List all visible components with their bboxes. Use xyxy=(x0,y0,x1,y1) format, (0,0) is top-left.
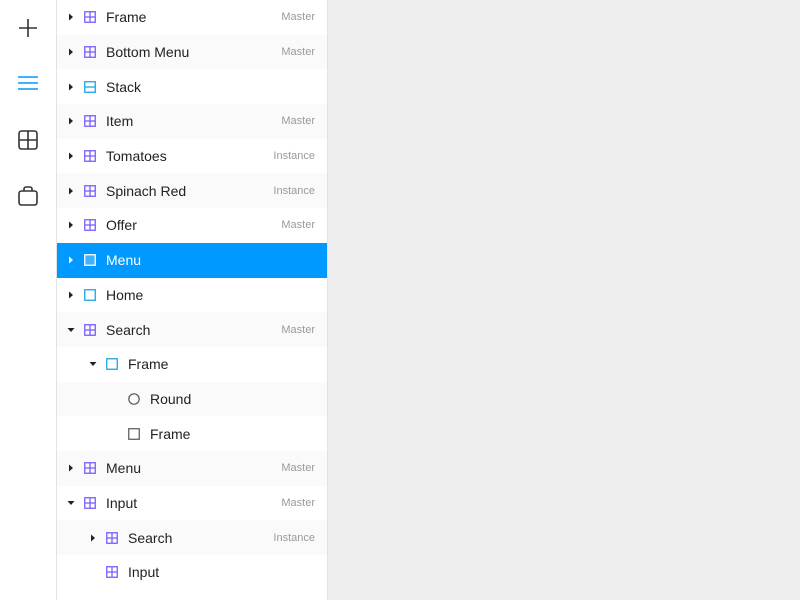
layer-label: Round xyxy=(150,390,192,407)
layer-row[interactable]: Frame Master xyxy=(57,0,327,35)
caret-down-icon[interactable] xyxy=(66,325,76,335)
layer-row[interactable]: Spinach Red Instance xyxy=(57,173,327,209)
layer-label: Menu xyxy=(106,252,142,269)
component-icon xyxy=(84,150,96,162)
caret-right-icon[interactable] xyxy=(88,533,98,543)
layer-label: Offer xyxy=(106,217,137,234)
layer-label: Input xyxy=(128,564,160,581)
layer-label: Item xyxy=(106,113,134,130)
component-icon xyxy=(84,115,96,128)
layer-label: Bottom Menu xyxy=(106,44,190,61)
layer-type-tag: Instance xyxy=(273,150,315,163)
caret-right-icon[interactable] xyxy=(66,47,76,57)
oval-icon xyxy=(128,393,140,405)
store-icon[interactable] xyxy=(14,181,42,209)
layer-type-tag: Master xyxy=(281,46,315,59)
frame-icon xyxy=(84,254,96,267)
layer-row[interactable]: Round xyxy=(57,381,327,417)
components-icon[interactable] xyxy=(14,126,42,154)
layer-type-tag: Master xyxy=(281,219,315,232)
layers-icon[interactable] xyxy=(14,69,42,97)
caret-right-icon[interactable] xyxy=(66,12,76,22)
layer-label: Menu xyxy=(106,460,142,477)
layer-label: Spinach Red xyxy=(106,182,187,199)
layer-row[interactable]: Stack xyxy=(57,69,327,104)
caret-spacer xyxy=(110,429,120,439)
layer-row[interactable]: Tomatoes Instance xyxy=(57,139,327,174)
frame-icon xyxy=(106,358,118,371)
layer-row[interactable]: Search Master xyxy=(57,312,327,347)
layer-label: Search xyxy=(106,321,151,338)
caret-right-icon[interactable] xyxy=(66,116,76,126)
frame-icon xyxy=(84,288,96,301)
rectangle-icon xyxy=(128,427,140,440)
layer-row[interactable]: Menu Master xyxy=(57,450,327,486)
component-icon xyxy=(84,323,96,336)
component-icon xyxy=(106,566,118,579)
caret-right-icon[interactable] xyxy=(66,463,76,473)
layer-label: Frame xyxy=(106,9,147,26)
layer-row[interactable]: Bottom Menu Master xyxy=(57,34,327,70)
caret-right-icon[interactable] xyxy=(66,290,76,300)
layer-row[interactable]: Home xyxy=(57,278,327,313)
layer-type-tag: Master xyxy=(281,496,315,509)
layer-type-tag: Master xyxy=(281,462,315,475)
layer-label: Frame xyxy=(128,356,169,373)
component-icon xyxy=(84,497,96,509)
layer-label: Search xyxy=(128,529,173,546)
layer-row[interactable]: Frame xyxy=(57,416,327,451)
caret-right-icon[interactable] xyxy=(66,186,76,196)
component-icon xyxy=(84,219,96,232)
layer-row[interactable]: Item Master xyxy=(57,104,327,139)
caret-spacer xyxy=(110,394,120,404)
layer-label: Stack xyxy=(106,78,142,95)
layer-row[interactable]: Offer Master xyxy=(57,208,327,243)
layer-row[interactable]: Frame xyxy=(57,347,327,382)
caret-right-icon[interactable] xyxy=(66,255,76,265)
layer-row[interactable]: Menu xyxy=(57,242,327,278)
caret-right-icon[interactable] xyxy=(66,220,76,230)
layer-type-tag: Master xyxy=(281,11,315,24)
component-icon xyxy=(84,184,96,197)
layer-type-tag: Master xyxy=(281,323,315,336)
caret-right-icon[interactable] xyxy=(66,151,76,161)
component-icon xyxy=(106,531,118,544)
layer-label: Frame xyxy=(150,425,191,442)
caret-down-icon[interactable] xyxy=(88,359,98,369)
toolbar xyxy=(0,0,57,600)
layer-row[interactable]: Input xyxy=(57,555,327,590)
plus-icon[interactable] xyxy=(14,14,42,42)
layer-type-tag: Instance xyxy=(273,184,315,197)
layer-label: Tomatoes xyxy=(106,148,167,165)
component-icon xyxy=(84,46,96,58)
layer-label: Home xyxy=(106,286,144,303)
layer-row[interactable]: Search Instance xyxy=(57,520,327,555)
layer-type-tag: Instance xyxy=(273,531,315,544)
component-icon xyxy=(84,11,96,24)
layer-type-tag: Master xyxy=(281,115,315,128)
caret-right-icon[interactable] xyxy=(66,82,76,92)
stack-icon xyxy=(84,80,96,93)
component-icon xyxy=(84,462,96,475)
layers-panel: Frame Master Bottom Menu Master Stack Item Mas… xyxy=(57,0,328,600)
caret-down-icon[interactable] xyxy=(66,498,76,508)
layer-label: Input xyxy=(106,494,138,511)
caret-spacer xyxy=(88,567,98,577)
canvas[interactable] xyxy=(328,0,800,600)
layer-row[interactable]: Input Master xyxy=(57,486,327,521)
